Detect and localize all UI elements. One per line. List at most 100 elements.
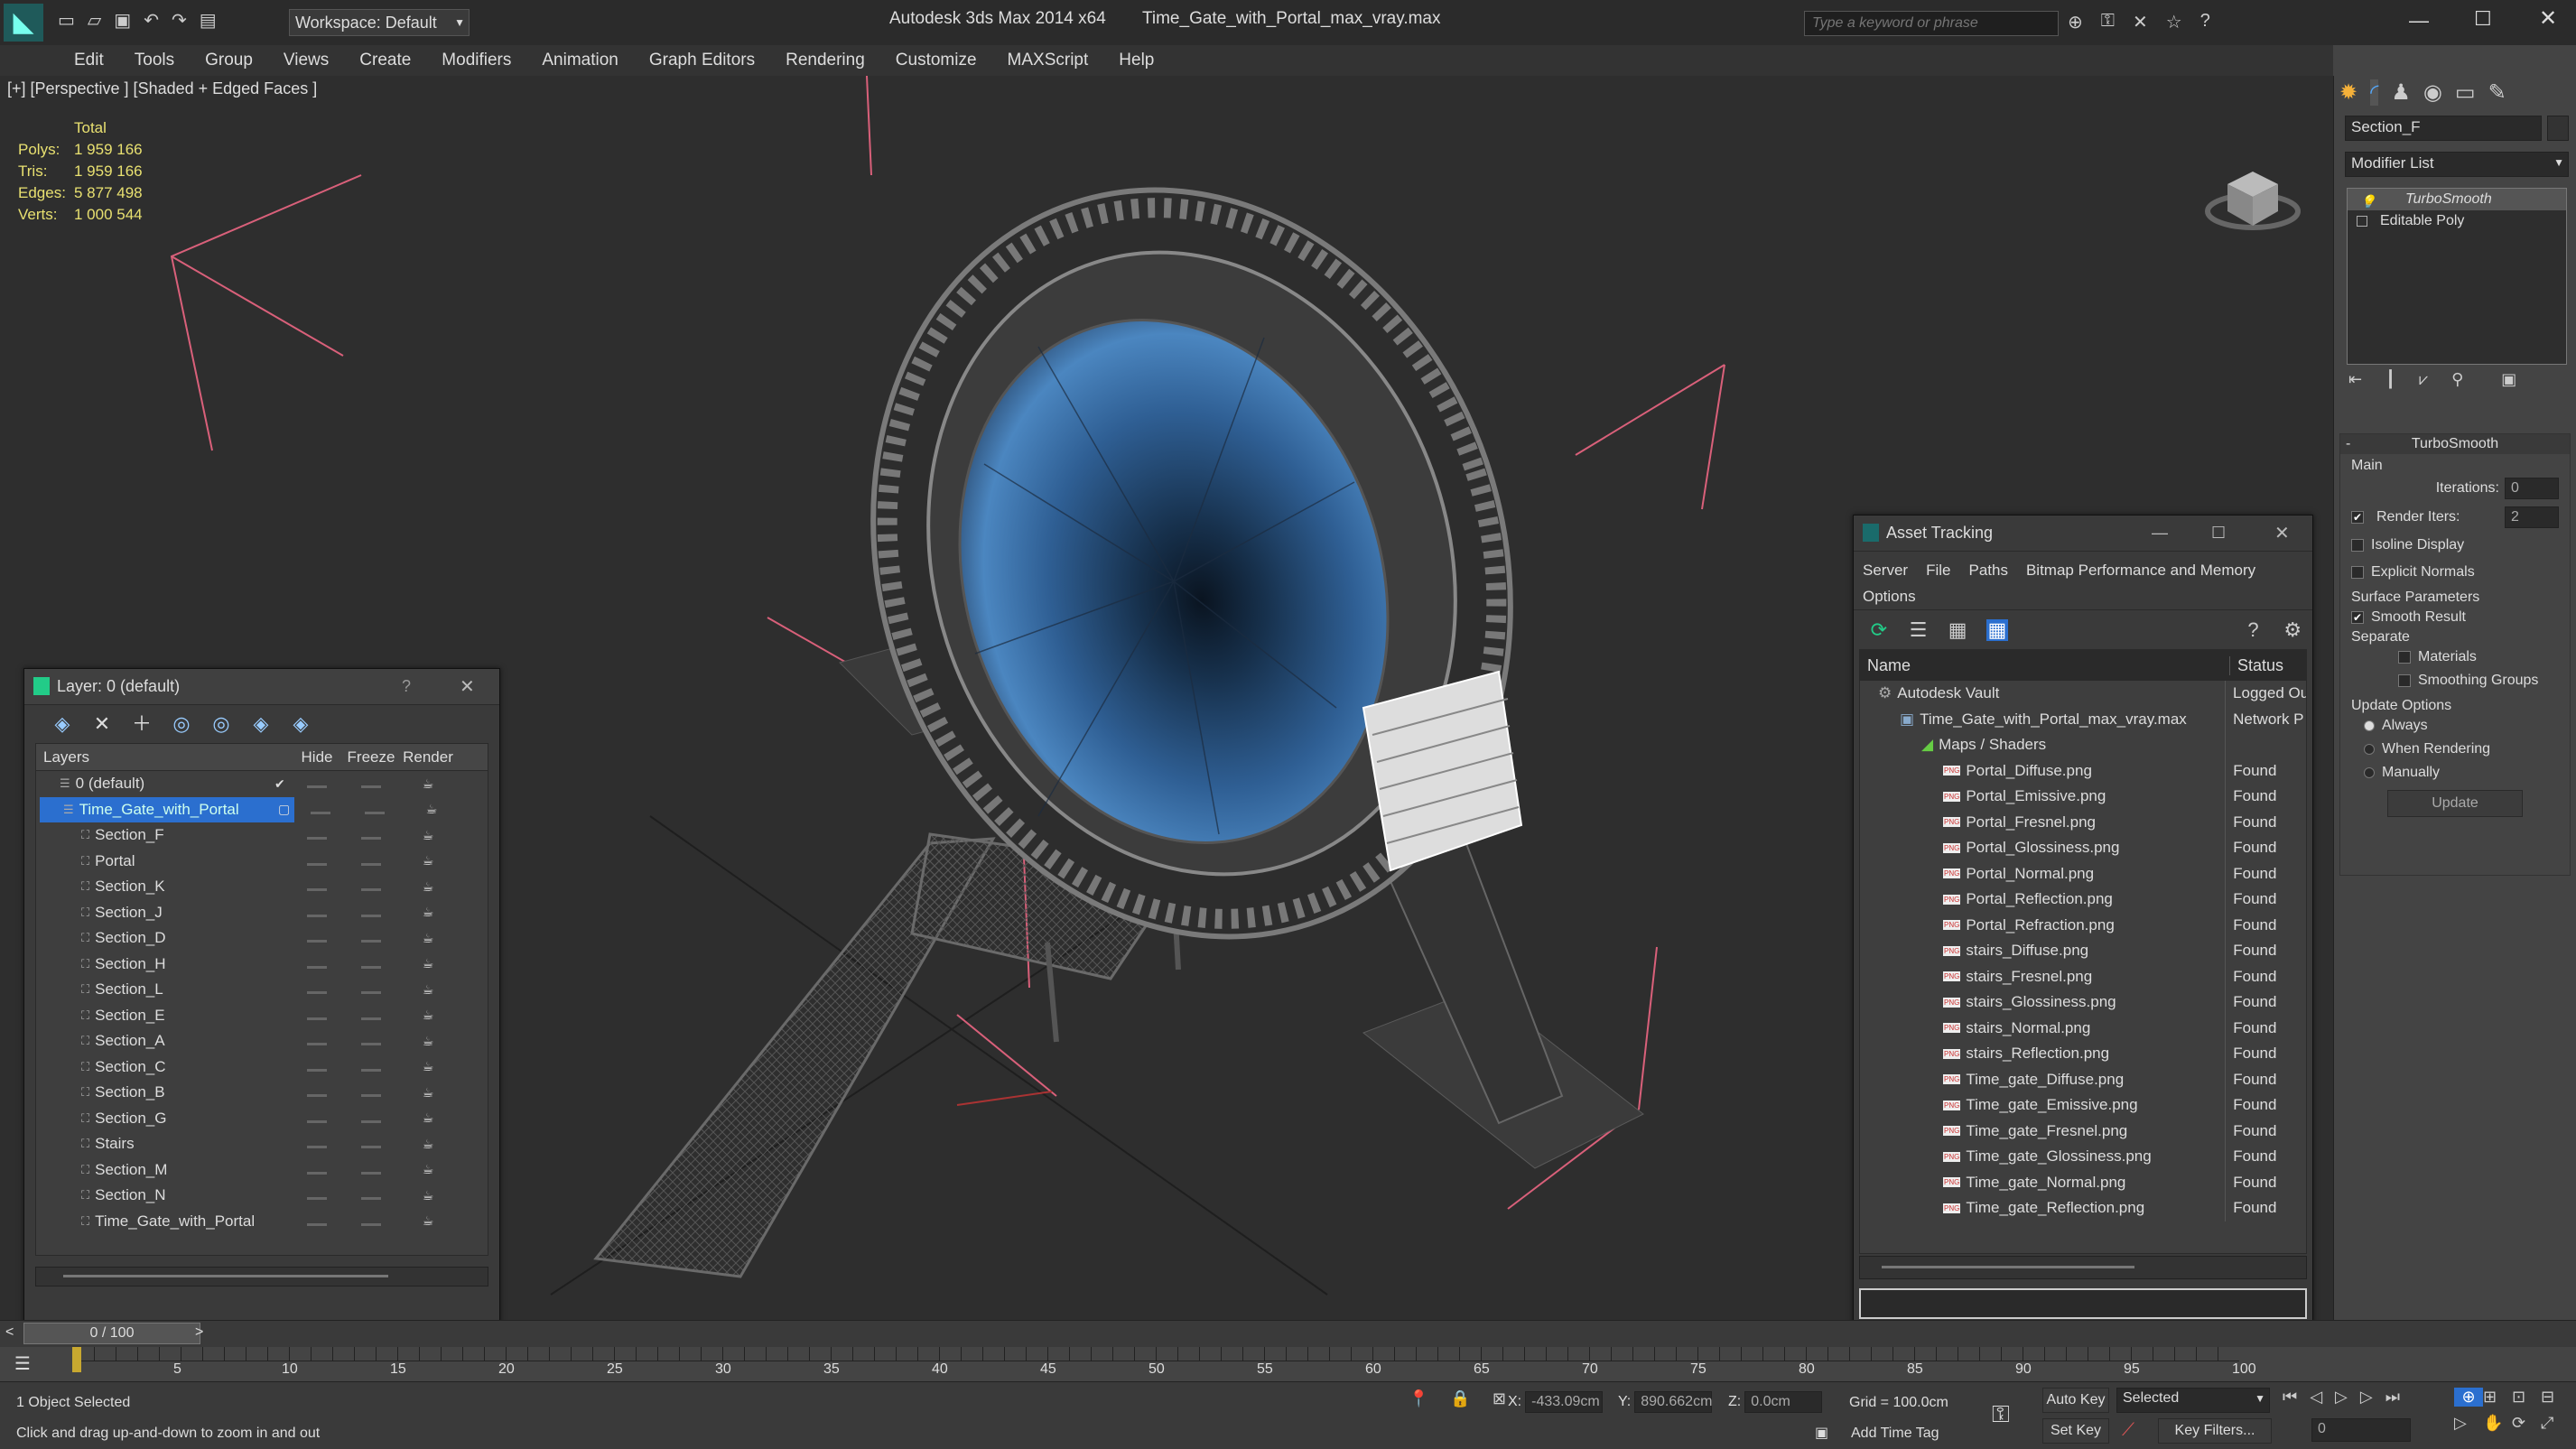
freeze-toggle[interactable] (343, 1212, 399, 1231)
asset-row[interactable]: ⚙ Autodesk Vault Logged Ou (1860, 681, 2306, 707)
layer-row[interactable]: ⛶ Stairs ☕ (36, 1131, 488, 1157)
menu-modifiers[interactable]: Modifiers (442, 51, 511, 70)
track-bar[interactable]: ☰ 5 10 15 20 25 30 35 40 45 50 55 60 65 70 75 80 85 90 95 1… (0, 1347, 2576, 1381)
time-slider-thumb[interactable]: 0 / 100 (23, 1323, 200, 1344)
asset-row[interactable]: PNG Time_gate_Diffuse.png Found (1860, 1066, 2306, 1092)
maximize-button[interactable]: ☐ (2474, 7, 2492, 31)
z-field[interactable]: 0.0cm (1744, 1391, 1823, 1413)
current-layer-check-icon[interactable]: ✔ (274, 776, 291, 792)
menu-create[interactable]: Create (359, 51, 411, 70)
display-tab-icon[interactable]: ▭ (2455, 79, 2476, 106)
star-icon[interactable]: ☆ (2166, 11, 2182, 33)
layer-row[interactable]: ⛶ Section_C ☕ (36, 1054, 488, 1081)
freeze-toggle[interactable] (343, 852, 399, 870)
freeze-toggle[interactable] (343, 1135, 399, 1153)
current-frame-field[interactable]: 0 (2311, 1418, 2411, 1442)
render-teapot-icon[interactable]: ☕ (399, 1059, 457, 1074)
list-view-icon[interactable]: ☰ (1908, 618, 1930, 641)
render-teapot-icon[interactable]: ☕ (399, 1085, 457, 1101)
layer-scrollbar[interactable] (35, 1267, 488, 1286)
render-teapot-icon[interactable]: ☕ (399, 1008, 457, 1023)
layer-help-button[interactable]: ? (402, 677, 411, 696)
object-color-swatch[interactable] (2547, 116, 2569, 141)
asset-menu-paths[interactable]: Paths (1968, 557, 2007, 583)
redo-icon[interactable]: ↷ (172, 9, 187, 32)
hide-toggle[interactable] (291, 1007, 343, 1025)
menu-maxscript[interactable]: MAXScript (1008, 51, 1089, 70)
select-objects-icon[interactable]: ◎ (171, 713, 192, 735)
menu-rendering[interactable]: Rendering (786, 51, 865, 70)
make-unique-icon[interactable]: ⩗ (2419, 370, 2428, 389)
layer-row[interactable]: ⛶ Section_A ☕ (36, 1028, 488, 1054)
freeze-toggle[interactable] (343, 1032, 399, 1050)
render-teapot-icon[interactable]: ☕ (399, 1162, 457, 1177)
asset-settings-icon[interactable]: ⚙ (2282, 618, 2303, 641)
help-icon[interactable]: ? (2200, 11, 2210, 33)
perspective-viewport[interactable]: [+] [Perspective ] [Shaded + Edged Faces… (0, 76, 2333, 1320)
layer-row[interactable]: ⛶ Section_L ☕ (36, 977, 488, 1003)
asset-row[interactable]: PNG Portal_Reflection.png Found (1860, 887, 2306, 913)
asset-path-field[interactable] (1859, 1288, 2307, 1319)
col-hide[interactable]: Hide (291, 748, 343, 766)
layer-row[interactable]: ⛶ Section_J ☕ (36, 900, 488, 926)
asset-row[interactable]: PNG Portal_Glossiness.png Found (1860, 835, 2306, 861)
set-key-button[interactable]: Set Key (2042, 1418, 2109, 1444)
render-teapot-icon[interactable]: ☕ (399, 853, 457, 868)
render-teapot-icon[interactable]: ☕ (399, 956, 457, 971)
asset-row[interactable]: PNG Portal_Diffuse.png Found (1860, 757, 2306, 784)
pin-stack-icon[interactable]: ⇤ (2348, 370, 2362, 389)
layer-row[interactable]: ⛶ Section_H ☕ (36, 952, 488, 978)
prev-frame-arrow[interactable]: < (5, 1324, 14, 1341)
hide-toggle[interactable] (291, 878, 343, 896)
stack-item-turbosmooth[interactable]: 💡 TurboSmooth (2348, 189, 2566, 210)
explicit-normals-checkbox[interactable] (2351, 566, 2364, 579)
prev-key-icon[interactable]: ◁ (2310, 1388, 2322, 1407)
always-radio[interactable] (2364, 720, 2375, 731)
menu-graph-editors[interactable]: Graph Editors (649, 51, 755, 70)
layer-row[interactable]: ⛶ Section_D ☕ (36, 925, 488, 952)
hide-toggle[interactable] (291, 1186, 343, 1204)
asset-row[interactable]: ◢ Maps / Shaders (1860, 732, 2306, 758)
freeze-toggle[interactable] (343, 1007, 399, 1025)
stack-item-editable-poly[interactable]: Editable Poly (2348, 210, 2566, 232)
smooth-result-checkbox[interactable]: ✔ (2351, 611, 2364, 624)
search-input[interactable] (1805, 12, 2058, 35)
freeze-toggle[interactable] (343, 775, 399, 793)
layer-row[interactable]: ☰ Time_Gate_with_Portal ▢ ☕ (36, 796, 488, 822)
col-render[interactable]: Render (399, 748, 457, 766)
render-teapot-icon[interactable]: ☕ (399, 776, 457, 792)
play-icon[interactable]: ▷ (2335, 1388, 2348, 1407)
rollout-header[interactable]: - TurboSmooth (2340, 434, 2570, 454)
utilities-tab-icon[interactable]: ✎ (2488, 79, 2506, 106)
freeze-toggle[interactable] (343, 1161, 399, 1179)
menu-help[interactable]: Help (1119, 51, 1154, 70)
render-teapot-icon[interactable]: ☕ (403, 802, 460, 817)
search-box[interactable] (1804, 11, 2059, 36)
layer-row[interactable]: ☰ 0 (default) ✔ ☕ (36, 771, 488, 797)
zoom-extents-all-icon[interactable]: ⊟ (2541, 1388, 2570, 1407)
menu-edit[interactable]: Edit (74, 51, 104, 70)
undo-icon[interactable]: ↶ (144, 9, 159, 32)
current-layer-box[interactable]: ▢ (278, 802, 294, 817)
menu-group[interactable]: Group (205, 51, 253, 70)
update-button[interactable]: Update (2387, 790, 2523, 817)
layer-row[interactable]: ⛶ Section_K ☕ (36, 874, 488, 900)
freeze-toggle[interactable] (343, 1058, 399, 1076)
exchange-icon[interactable]: ✕ (2133, 11, 2148, 33)
freeze-toggle[interactable] (343, 929, 399, 947)
lock-icon[interactable]: 🔒 (1450, 1389, 1470, 1408)
menu-animation[interactable]: Animation (542, 51, 618, 70)
asset-menu-file[interactable]: File (1926, 557, 1950, 583)
x-field[interactable]: -433.09cm (1525, 1391, 1604, 1413)
workspace-dropdown[interactable]: Workspace: Default ▼ (289, 9, 470, 36)
asset-row[interactable]: PNG Time_gate_Glossiness.png Found (1860, 1144, 2306, 1170)
hide-toggle[interactable] (291, 980, 343, 999)
new-file-icon[interactable]: ▭ (58, 9, 75, 32)
grid-view-icon[interactable]: ▦ (1986, 618, 2008, 641)
hide-toggle[interactable] (291, 929, 343, 947)
modify-tab-icon[interactable]: ◜ (2370, 79, 2379, 106)
render-teapot-icon[interactable]: ☕ (399, 1034, 457, 1049)
col-layers[interactable]: Layers (36, 748, 291, 766)
freeze-toggle[interactable] (343, 1186, 399, 1204)
freeze-toggle[interactable] (343, 878, 399, 896)
